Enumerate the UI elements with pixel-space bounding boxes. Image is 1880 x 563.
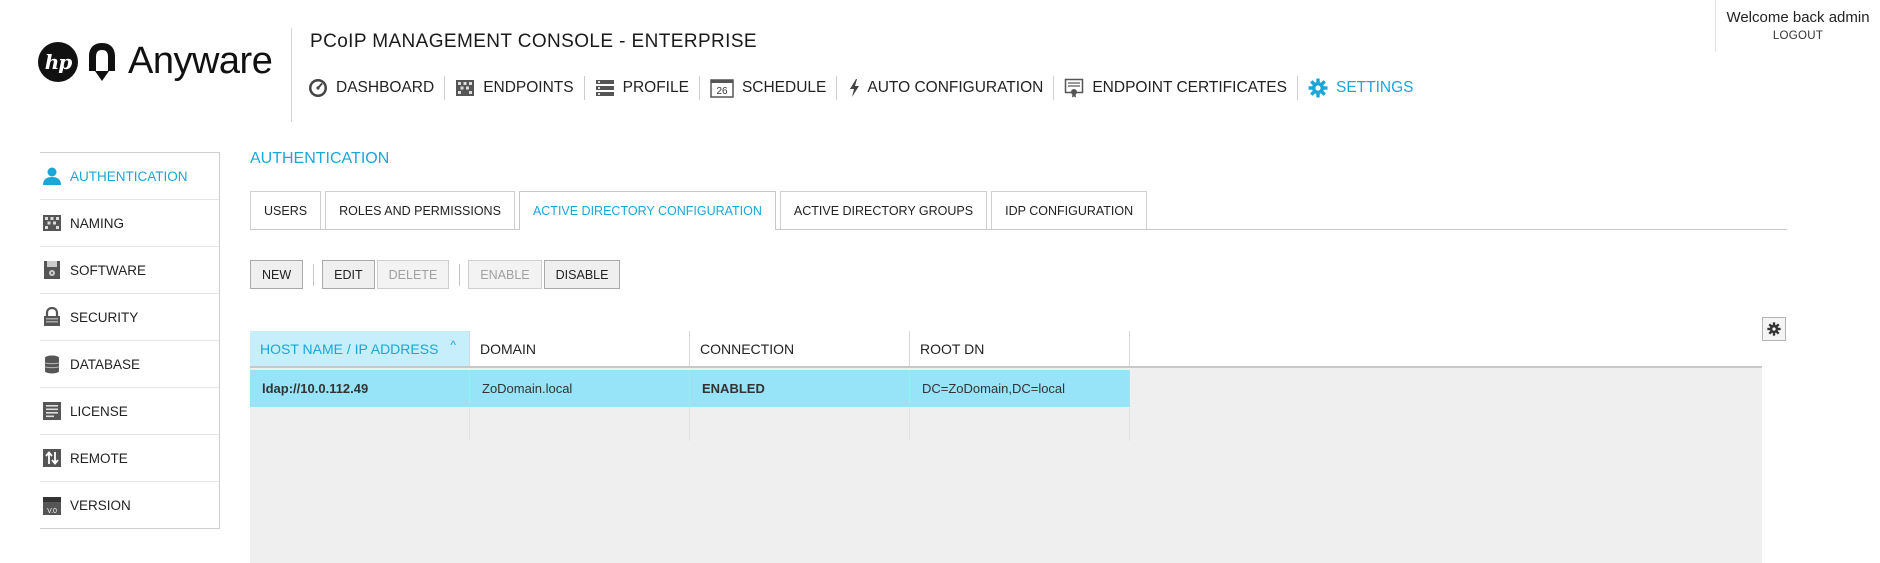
- welcome-text: Welcome back admin: [1726, 9, 1870, 26]
- column-header-host[interactable]: HOST NAME / IP ADDRESS ^: [250, 331, 470, 366]
- column-label: CONNECTION: [700, 340, 795, 357]
- settings-sidebar: AUTHENTICATION NAMING SOFTWARE SECURITY …: [40, 152, 220, 529]
- nav-item-profile[interactable]: PROFILE: [585, 76, 699, 100]
- column-header-domain[interactable]: DOMAIN: [470, 331, 690, 366]
- nav-label: SETTINGS: [1335, 79, 1414, 96]
- console-title: PCoIP MANAGEMENT CONSOLE - ENTERPRISE: [310, 31, 757, 52]
- sidebar-item-version[interactable]: V.0 VERSION: [40, 482, 219, 529]
- naming-icon: [42, 213, 62, 233]
- sidebar-item-label: LICENSE: [70, 403, 128, 419]
- license-icon: [42, 401, 62, 421]
- toolbar-divider: [459, 263, 461, 286]
- nav-item-settings[interactable]: SETTINGS: [1298, 76, 1424, 100]
- header-divider: [291, 28, 292, 122]
- tab-active-directory-groups[interactable]: ACTIVE DIRECTORY GROUPS: [779, 191, 988, 229]
- cell-domain: ZoDomain.local: [470, 370, 690, 407]
- user-box: Welcome back admin LOGOUT: [1715, 0, 1880, 52]
- toolbar-divider: [313, 263, 315, 286]
- certificate-icon: [1064, 78, 1084, 98]
- sidebar-item-label: VERSION: [70, 498, 131, 513]
- sidebar-item-label: SOFTWARE: [70, 262, 146, 278]
- endpoints-icon: [455, 78, 475, 98]
- lock-icon: [42, 307, 62, 327]
- nav-item-endpoints[interactable]: ENDPOINTS: [445, 76, 583, 100]
- delete-button[interactable]: DELETE: [376, 260, 450, 289]
- sidebar-item-label: REMOTE: [70, 450, 128, 466]
- sidebar-item-label: NAMING: [70, 215, 124, 231]
- empty-cell: [690, 407, 910, 441]
- hp-logo-icon: hp: [38, 41, 78, 82]
- nav-label: ENDPOINTS: [483, 79, 574, 96]
- tab-roles-and-permissions[interactable]: ROLES AND PERMISSIONS: [325, 191, 515, 229]
- brand-logo: hp Anyware: [38, 40, 273, 83]
- gear-icon: [1308, 78, 1328, 98]
- sidebar-item-label: DATABASE: [70, 356, 141, 372]
- version-icon: V.0: [42, 496, 62, 516]
- top-nav: DASHBOARD ENDPOINTS PROFILE 26 SCHEDULE …: [308, 76, 1424, 100]
- sidebar-item-label: AUTHENTICATION: [70, 168, 188, 184]
- version-icon-text: V.0: [47, 508, 57, 515]
- anyware-mark-icon: [89, 42, 115, 81]
- table-row[interactable]: ldap://10.0.112.49 ZoDomain.local ENABLE…: [250, 370, 1130, 407]
- empty-cell: [910, 407, 1130, 441]
- user-icon: [42, 166, 62, 186]
- nav-item-endpoint-certificates[interactable]: ENDPOINT CERTIFICATES: [1054, 76, 1297, 100]
- cell-host: ldap://10.0.112.49: [250, 370, 470, 407]
- header-filler: [1130, 331, 1762, 366]
- database-icon: [42, 354, 62, 374]
- sidebar-item-remote[interactable]: REMOTE: [40, 435, 219, 482]
- nav-label: AUTO CONFIGURATION: [867, 79, 1044, 96]
- sidebar-item-authentication[interactable]: AUTHENTICATION: [40, 153, 219, 200]
- tab-users[interactable]: USERS: [250, 191, 322, 229]
- profile-icon: [595, 78, 615, 98]
- disable-button[interactable]: DISABLE: [543, 260, 621, 289]
- calendar-day-text: 26: [716, 86, 728, 97]
- column-label: HOST NAME / IP ADDRESS: [260, 340, 439, 357]
- empty-cell: [470, 407, 690, 441]
- column-header-connection[interactable]: CONNECTION: [690, 331, 910, 366]
- nav-label: PROFILE: [622, 79, 689, 96]
- sort-ascending-icon: ^: [450, 338, 456, 352]
- sidebar-item-software[interactable]: SOFTWARE: [40, 247, 219, 294]
- remote-icon: [42, 448, 62, 468]
- brand-name: Anyware: [128, 40, 273, 82]
- nav-label: SCHEDULE: [741, 79, 827, 96]
- sidebar-item-naming[interactable]: NAMING: [40, 200, 219, 247]
- sidebar-item-security[interactable]: SECURITY: [40, 294, 219, 341]
- grid-toolbar: NEW EDIT DELETE ENABLE DISABLE: [250, 260, 622, 289]
- cell-root-dn: DC=ZoDomain,DC=local: [910, 370, 1130, 407]
- column-label: DOMAIN: [480, 340, 536, 357]
- new-button[interactable]: NEW: [250, 260, 304, 289]
- tab-idp-configuration[interactable]: IDP CONFIGURATION: [991, 191, 1148, 229]
- column-label: ROOT DN: [920, 340, 985, 357]
- table-header: HOST NAME / IP ADDRESS ^ DOMAIN CONNECTI…: [250, 331, 1762, 368]
- auth-tabs: USERS ROLES AND PERMISSIONS ACTIVE DIREC…: [250, 191, 1787, 230]
- gear-icon: [1767, 322, 1781, 336]
- empty-table-row: [250, 407, 1130, 441]
- nav-item-auto-configuration[interactable]: AUTO CONFIGURATION: [837, 76, 1053, 100]
- dashboard-icon: [308, 78, 328, 98]
- lightning-icon: [847, 78, 861, 98]
- calendar-icon: 26: [710, 78, 734, 98]
- logout-link[interactable]: LOGOUT: [1716, 30, 1880, 42]
- nav-item-schedule[interactable]: 26 SCHEDULE: [700, 76, 836, 100]
- nav-label: DASHBOARD: [336, 79, 435, 96]
- edit-button[interactable]: EDIT: [322, 260, 375, 289]
- sidebar-item-database[interactable]: DATABASE: [40, 341, 219, 388]
- nav-item-dashboard[interactable]: DASHBOARD: [308, 76, 444, 100]
- sidebar-item-label: SECURITY: [70, 309, 139, 325]
- empty-cell: [250, 407, 470, 441]
- software-icon: [42, 260, 62, 280]
- cell-connection: ENABLED: [690, 370, 910, 407]
- nav-label: ENDPOINT CERTIFICATES: [1092, 79, 1287, 96]
- sidebar-item-license[interactable]: LICENSE: [40, 388, 219, 435]
- column-header-root-dn[interactable]: ROOT DN: [910, 331, 1130, 366]
- enable-button[interactable]: ENABLE: [468, 260, 542, 289]
- column-settings-button[interactable]: [1762, 317, 1786, 341]
- tab-active-directory-configuration[interactable]: ACTIVE DIRECTORY CONFIGURATION: [518, 191, 776, 230]
- page-title: AUTHENTICATION: [250, 150, 390, 167]
